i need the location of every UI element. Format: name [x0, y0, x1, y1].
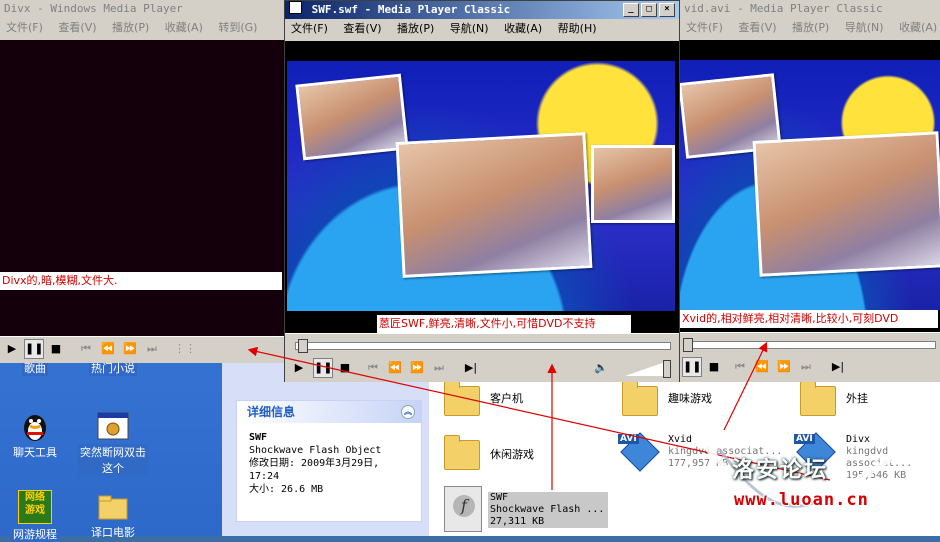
- arrow-to-xvid: [723, 341, 768, 431]
- watermark-cn: 洛安论坛: [732, 458, 829, 483]
- watermark-url[interactable]: www.luoan.cn: [734, 490, 869, 510]
